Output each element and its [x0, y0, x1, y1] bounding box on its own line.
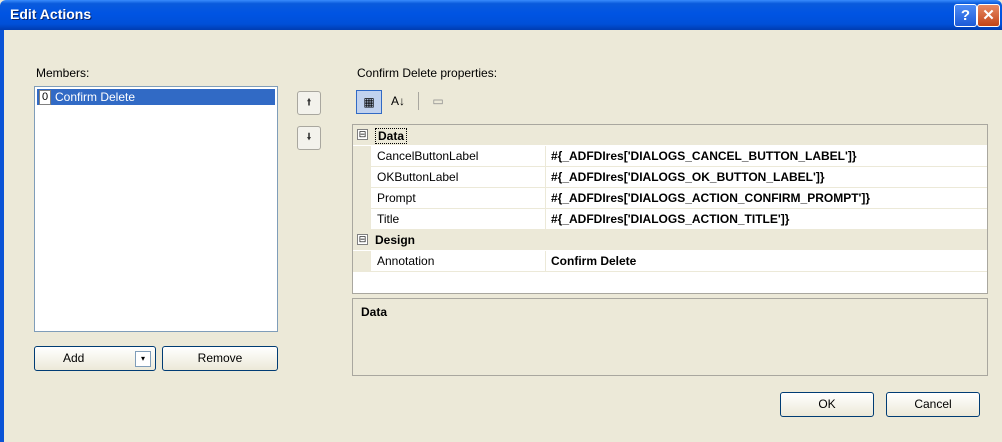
- ok-button[interactable]: OK: [780, 392, 874, 417]
- row-gutter: [353, 167, 371, 187]
- category-data[interactable]: ⊟ Data: [353, 125, 987, 145]
- move-up-button[interactable]: 🠙: [297, 91, 321, 115]
- cancel-button[interactable]: Cancel: [886, 392, 980, 417]
- arrow-up-icon: 🠙: [306, 97, 312, 108]
- column-divider: [545, 146, 546, 166]
- list-item[interactable]: 0 Confirm Delete: [37, 89, 275, 105]
- property-value[interactable]: Confirm Delete: [551, 254, 636, 268]
- property-grid[interactable]: ⊟ Data CancelButtonLabel #{_ADFDIres['DI…: [352, 124, 988, 294]
- property-name: Annotation: [377, 254, 435, 268]
- close-button[interactable]: ✕: [977, 4, 1000, 27]
- help-button[interactable]: ?: [954, 4, 977, 27]
- property-value[interactable]: #{_ADFDIres['DIALOGS_ACTION_TITLE']}: [551, 212, 789, 226]
- property-name: OKButtonLabel: [377, 170, 459, 184]
- move-down-button[interactable]: 🠛: [297, 126, 321, 150]
- property-row[interactable]: CancelButtonLabel #{_ADFDIres['DIALOGS_C…: [353, 146, 987, 167]
- category-design[interactable]: ⊟ Design: [353, 230, 987, 250]
- row-gutter: [353, 146, 371, 166]
- properties-label: Confirm Delete properties:: [357, 66, 498, 80]
- column-divider: [545, 188, 546, 208]
- categorized-icon[interactable]: ▦: [356, 90, 382, 114]
- title-bar[interactable]: Edit Actions ? ✕: [0, 0, 1002, 30]
- property-name: Title: [377, 212, 400, 226]
- members-label: Members:: [36, 66, 90, 80]
- column-divider: [545, 209, 546, 229]
- property-value[interactable]: #{_ADFDIres['DIALOGS_OK_BUTTON_LABEL']}: [551, 170, 825, 184]
- row-gutter: [353, 251, 371, 271]
- window-title: Edit Actions: [10, 6, 92, 22]
- collapse-icon[interactable]: ⊟: [357, 234, 368, 245]
- list-item-index: 0: [39, 90, 51, 105]
- category-label: Design: [375, 233, 416, 247]
- toolbar-separator: [418, 92, 419, 110]
- property-value[interactable]: #{_ADFDIres['DIALOGS_ACTION_CONFIRM_PROM…: [551, 191, 870, 205]
- alphabetical-icon[interactable]: A↓: [386, 90, 410, 112]
- add-button[interactable]: Add ▾: [34, 346, 156, 371]
- property-row[interactable]: OKButtonLabel #{_ADFDIres['DIALOGS_OK_BU…: [353, 167, 987, 188]
- members-list[interactable]: 0 Confirm Delete: [34, 86, 278, 332]
- category-label: Data: [375, 128, 408, 144]
- property-row[interactable]: Prompt #{_ADFDIres['DIALOGS_ACTION_CONFI…: [353, 188, 987, 209]
- list-item-label: Confirm Delete: [55, 90, 136, 104]
- property-row[interactable]: Annotation Confirm Delete: [353, 251, 987, 272]
- row-gutter: [353, 209, 371, 229]
- arrow-down-icon: 🠛: [306, 132, 312, 143]
- property-value[interactable]: #{_ADFDIres['DIALOGS_CANCEL_BUTTON_LABEL…: [551, 149, 857, 163]
- description-title: Data: [361, 305, 388, 319]
- column-divider: [545, 167, 546, 187]
- property-name: Prompt: [377, 191, 416, 205]
- property-name: CancelButtonLabel: [377, 149, 479, 163]
- collapse-icon[interactable]: ⊟: [357, 129, 368, 140]
- row-gutter: [353, 188, 371, 208]
- edit-actions-dialog: Edit Actions ? ✕ Members: 0 Confirm Dele…: [0, 0, 1002, 442]
- add-button-label: Add: [63, 351, 85, 365]
- add-dropdown-icon[interactable]: ▾: [135, 351, 151, 367]
- property-pages-icon: ▭: [432, 94, 444, 108]
- property-row[interactable]: Title #{_ADFDIres['DIALOGS_ACTION_TITLE'…: [353, 209, 987, 230]
- window-frame-edge: [0, 30, 4, 442]
- description-panel: Data: [352, 298, 988, 376]
- column-divider: [545, 251, 546, 271]
- remove-button[interactable]: Remove: [162, 346, 278, 371]
